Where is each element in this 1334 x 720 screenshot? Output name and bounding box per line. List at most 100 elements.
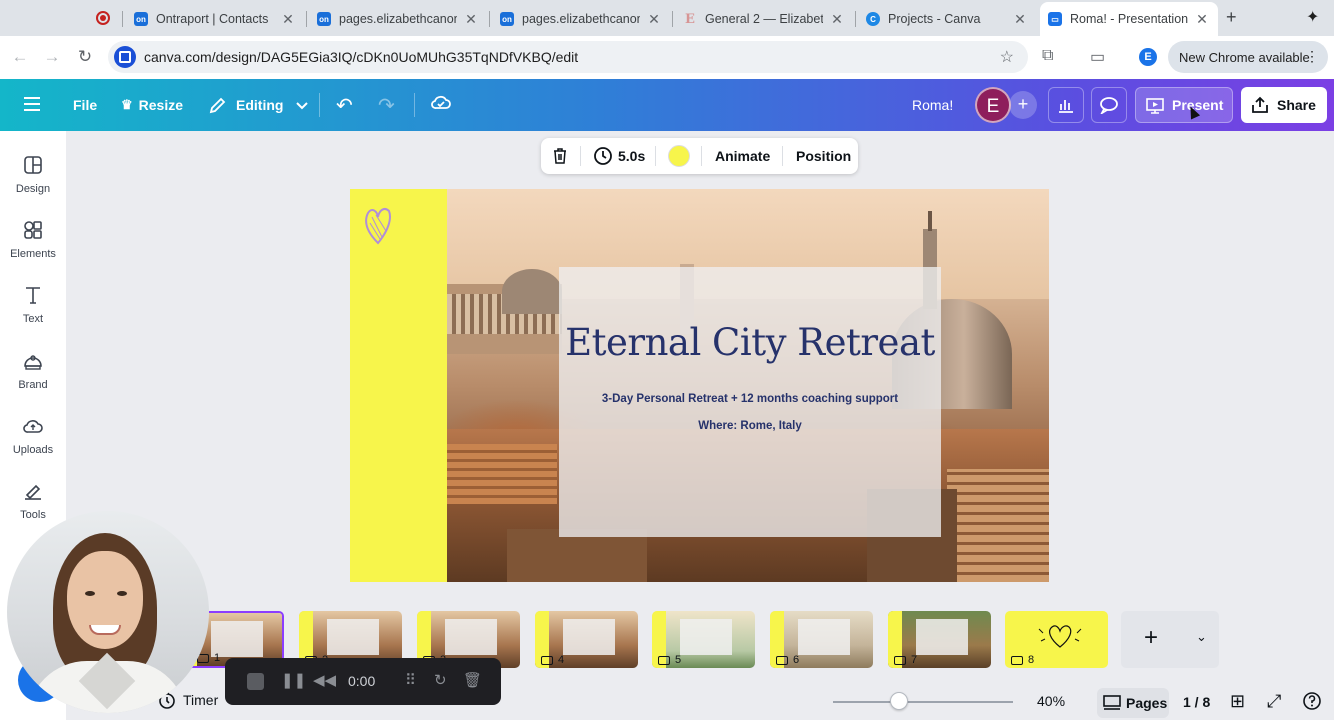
pages-toggle-button[interactable]: Pages (1097, 688, 1169, 718)
tab-separator (489, 11, 490, 27)
sidebar-item-design[interactable]: Design (0, 153, 66, 195)
bookmark-star-icon[interactable]: ☆ (1000, 47, 1014, 67)
webcam-video-bubble[interactable] (7, 511, 209, 713)
heart-doodle-icon[interactable] (362, 203, 394, 247)
pages-label: Pages (1126, 695, 1168, 711)
share-icon (1252, 96, 1268, 113)
menu-dots-icon[interactable]: ⋮ (1305, 48, 1319, 65)
page-thumbnail-8[interactable]: 8 (1005, 611, 1108, 668)
close-tab-icon[interactable]: ✕ (1194, 11, 1210, 28)
url-text[interactable]: canva.com/design/DAG5EGia3IQ/cDKn0UoMUhG… (144, 49, 578, 65)
tab-title: Roma! - Presentation (1070, 12, 1188, 26)
back-icon[interactable]: ← (8, 45, 32, 69)
chrome-update-button[interactable]: New Chrome available ⋮ (1168, 41, 1328, 73)
zoom-level[interactable]: 40% (1037, 693, 1065, 709)
address-bar[interactable]: canva.com/design/DAG5EGia3IQ/cDKn0UoMUhG… (108, 41, 1028, 73)
close-tab-icon[interactable]: ✕ (463, 11, 479, 28)
sidebar-item-label: Brand (18, 379, 48, 391)
slide-canvas[interactable]: Eternal City Retreat 3-Day Personal Retr… (350, 189, 1049, 582)
timing-button[interactable]: 5.0s (593, 138, 645, 174)
cloud-saved-icon[interactable] (430, 93, 452, 117)
page-thumbnail-4[interactable]: 4 (535, 611, 638, 668)
sidebar-item-tools[interactable]: Tools (0, 479, 66, 521)
context-toolbar: 5.0s Animate Position (541, 138, 858, 174)
recording-controls: ❚❚ ◀◀ 0:00 ⠿ ↻ 🗑 (225, 658, 501, 705)
page-number: 8 (1028, 654, 1035, 666)
design-title[interactable]: Roma! (912, 79, 953, 131)
chevron-down-icon[interactable]: ⌄ (1196, 629, 1207, 645)
grid-view-icon[interactable]: ⊞ (1230, 691, 1245, 712)
comments-button[interactable] (1091, 87, 1127, 123)
new-tab-icon[interactable]: + (1226, 7, 1237, 28)
slide-location[interactable]: Where: Rome, Italy (559, 420, 941, 432)
present-icon (1146, 98, 1164, 114)
position-button[interactable]: Position (796, 138, 851, 174)
background-color-button[interactable] (668, 138, 690, 174)
browser-tab-4[interactable]: E General 2 — Elizabeth ✕ (675, 4, 853, 34)
zoom-slider-handle[interactable] (890, 692, 908, 710)
collaborator-avatar[interactable]: E (975, 87, 1011, 123)
present-button[interactable]: Present (1135, 87, 1233, 123)
share-label: Share (1277, 97, 1316, 113)
resize-button[interactable]: ♛ Resize (121, 79, 183, 131)
restart-icon[interactable]: ↻ (434, 671, 447, 689)
editing-mode-dropdown[interactable]: Editing (208, 79, 309, 131)
recording-indicator-icon[interactable] (96, 11, 110, 25)
pages-icon (1103, 695, 1121, 710)
browser-tab-5[interactable]: C Projects - Canva ✕ (858, 4, 1036, 34)
main-menu-icon[interactable] (24, 97, 40, 111)
ontraport-icon: on (134, 12, 148, 26)
close-tab-icon[interactable]: ✕ (646, 11, 662, 28)
stop-recording-icon[interactable] (247, 673, 264, 690)
trash-icon[interactable]: 🗑 (463, 671, 482, 689)
browser-tab-3[interactable]: on pages.elizabethcanon ✕ (492, 4, 670, 34)
file-menu[interactable]: File (73, 79, 97, 131)
help-icon[interactable] (1302, 691, 1322, 716)
uploads-icon (23, 420, 43, 433)
zoom-slider[interactable] (833, 701, 1013, 703)
elements-icon (24, 221, 42, 239)
slide-subtitle[interactable]: 3-Day Personal Retreat + 12 months coach… (559, 393, 941, 405)
gemini-icon[interactable]: ✦ (1306, 7, 1319, 27)
add-collaborator-button[interactable]: + (1009, 91, 1037, 119)
browser-tab-1[interactable]: on Ontraport | Contacts ✕ (126, 4, 304, 34)
page-thumbnail-5[interactable]: 5 (652, 611, 755, 668)
sidebar-item-uploads[interactable]: Uploads (0, 414, 66, 456)
add-page-button[interactable]: + ⌄ (1121, 611, 1219, 668)
extensions-icon[interactable]: ⧉ (1042, 47, 1053, 65)
redo-icon[interactable]: ↷ (378, 93, 395, 118)
browser-tab-2[interactable]: on pages.elizabethcanon ✕ (309, 4, 487, 34)
undo-icon[interactable]: ↶ (336, 93, 353, 118)
delete-button[interactable] (551, 138, 569, 174)
tab-search-icon[interactable]: ▭ (1090, 47, 1105, 67)
pause-icon[interactable]: ❚❚ (281, 671, 306, 689)
insights-button[interactable] (1048, 87, 1084, 123)
sidebar-item-text[interactable]: Text (0, 283, 66, 325)
profile-avatar[interactable]: E (1139, 48, 1157, 66)
forward-icon[interactable]: → (40, 45, 64, 69)
clock-icon (594, 147, 612, 165)
fullscreen-icon[interactable]: ⤢ (1267, 691, 1281, 712)
site-info-icon[interactable] (114, 46, 136, 68)
sidebar-item-elements[interactable]: Elements (0, 218, 66, 260)
page-thumbnail-7[interactable]: 7 (888, 611, 991, 668)
drag-handle-icon[interactable]: ⠿ (405, 671, 416, 689)
page-number: 5 (675, 654, 682, 666)
tab-title: Ontraport | Contacts (156, 12, 269, 26)
reload-icon[interactable]: ↻ (73, 45, 97, 69)
sidebar-item-label: Tools (20, 509, 46, 521)
rewind-icon[interactable]: ◀◀ (313, 671, 336, 689)
close-tab-icon[interactable]: ✕ (829, 11, 845, 28)
divider (580, 146, 581, 166)
plus-icon: + (1144, 624, 1159, 651)
page-thumbnail-6[interactable]: 6 (770, 611, 873, 668)
chevron-down-icon (296, 102, 309, 110)
browser-tab-active[interactable]: ▭ Roma! - Presentation ✕ (1040, 2, 1218, 36)
close-tab-icon[interactable]: ✕ (280, 11, 296, 28)
tab-title: General 2 — Elizabeth (705, 12, 823, 26)
animate-button[interactable]: Animate (715, 138, 770, 174)
share-button[interactable]: Share (1241, 87, 1327, 123)
close-tab-icon[interactable]: ✕ (1012, 11, 1028, 28)
sidebar-item-brand[interactable]: Brand (0, 349, 66, 391)
slide-title[interactable]: Eternal City Retreat (559, 321, 941, 364)
